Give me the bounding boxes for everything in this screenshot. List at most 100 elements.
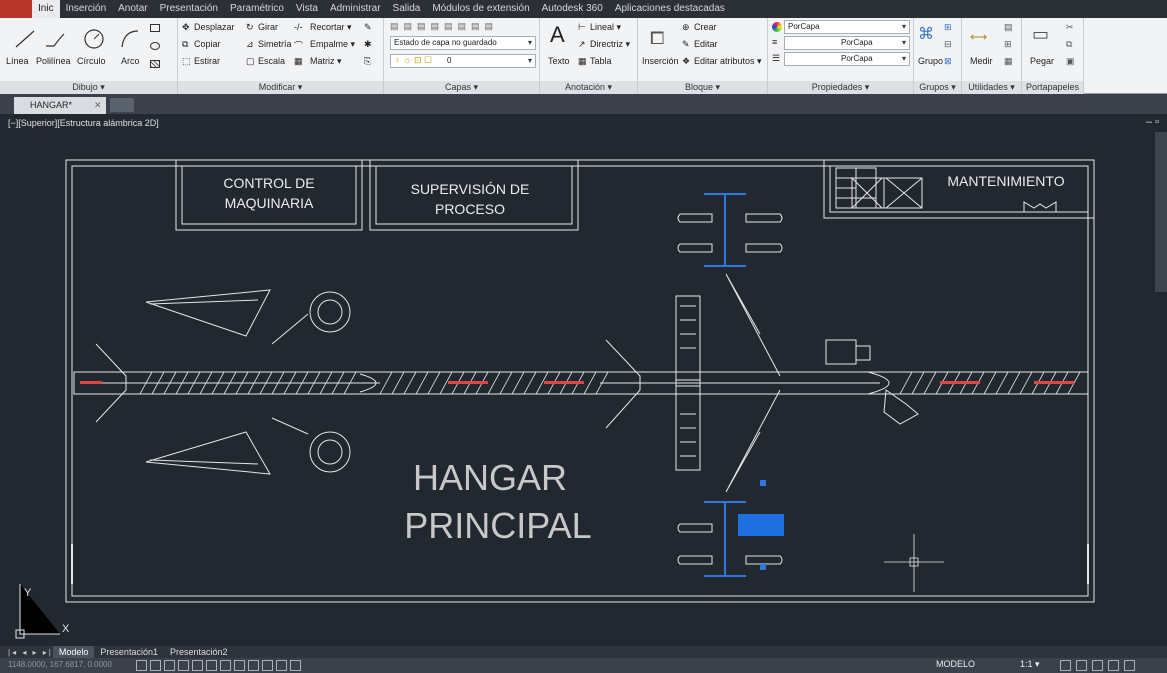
drawing-canvas[interactable]: [−][Superior][Estructura alámbrica 2D] –… <box>0 114 1167 646</box>
layer-tools-icon[interactable]: ▤▤▤▤▤▤▤▤ <box>390 21 498 32</box>
tab-anotar[interactable]: Anotar <box>112 0 153 18</box>
polar-icon[interactable] <box>178 660 189 671</box>
tab-presentacion2[interactable]: Presentación2 <box>164 646 234 658</box>
circle-icon[interactable] <box>82 27 106 51</box>
ellipse-icon[interactable] <box>150 42 160 50</box>
match-properties-icon[interactable]: ▣ <box>1066 56 1075 67</box>
polilinea-label[interactable]: Polilínea <box>36 56 71 66</box>
explode-icon[interactable]: ✱ <box>364 39 372 50</box>
color-combo[interactable]: PorCapa <box>784 20 910 34</box>
editar-button[interactable]: Editar <box>694 39 718 49</box>
line-icon[interactable] <box>14 28 36 50</box>
linea-label[interactable]: Línea <box>6 56 29 66</box>
erase-icon[interactable]: ✎ <box>364 22 372 33</box>
workspace-icon[interactable] <box>1060 660 1071 671</box>
tab-administrar[interactable]: Administrar <box>324 0 387 18</box>
dimension-icon[interactable]: ⊢ <box>578 22 586 33</box>
lineweight-toggle-icon[interactable] <box>248 660 259 671</box>
isolate-icon[interactable] <box>1092 660 1103 671</box>
snap-icon[interactable] <box>136 660 147 671</box>
insert-block-icon[interactable]: ⧠ <box>650 28 664 49</box>
color-wheel-icon[interactable] <box>772 22 782 32</box>
calculator-icon[interactable]: ▦ <box>1004 56 1013 67</box>
navigation-bar[interactable] <box>1155 132 1167 292</box>
simetria-button[interactable]: Simetría <box>258 39 292 49</box>
lineweight-icon[interactable]: ≡ <box>772 37 777 47</box>
tab-insercion[interactable]: Inserción <box>60 0 113 18</box>
panel-dibujo-title[interactable]: Dibujo ▾ <box>0 81 177 94</box>
directriz-button[interactable]: Directriz ▾ <box>590 39 630 50</box>
selection-cycling-icon[interactable] <box>290 660 301 671</box>
group-icon[interactable]: ⌘ <box>918 24 934 44</box>
tab-aplicaciones[interactable]: Aplicaciones destacadas <box>609 0 731 18</box>
panel-modificar-title[interactable]: Modificar ▾ <box>178 81 383 94</box>
offset-icon[interactable]: ⎘ <box>364 56 371 67</box>
transparency-icon[interactable] <box>262 660 273 671</box>
annotation-scale[interactable]: 1:1 ▾ <box>1020 659 1040 670</box>
panel-bloque-title[interactable]: Bloque ▾ <box>638 81 767 94</box>
tab-modelo[interactable]: Modelo <box>52 646 95 658</box>
estirar-button[interactable]: Estirar <box>194 56 220 66</box>
tabla-button[interactable]: Tabla <box>590 56 612 66</box>
arc-icon[interactable] <box>118 27 142 51</box>
panel-anotacion-title[interactable]: Anotación ▾ <box>540 81 637 94</box>
quick-properties-icon[interactable] <box>276 660 287 671</box>
tab-inicio[interactable]: Inic <box>32 0 60 18</box>
copiar-button[interactable]: Copiar <box>194 39 221 49</box>
application-menu-button[interactable] <box>0 0 32 18</box>
matriz-button[interactable]: Matriz ▾ <box>310 56 342 67</box>
girar-button[interactable]: Girar <box>258 22 278 32</box>
cut-icon[interactable]: ✂ <box>1066 22 1074 33</box>
tab-autodesk360[interactable]: Autodesk 360 <box>536 0 609 18</box>
close-icon[interactable]: ✕ <box>94 97 102 114</box>
text-icon[interactable]: A <box>550 22 565 48</box>
escala-button[interactable]: Escala <box>258 56 285 66</box>
tab-presentacion1[interactable]: Presentación1 <box>94 646 164 658</box>
polyline-icon[interactable] <box>44 28 66 50</box>
select-similar-icon[interactable]: ⊞ <box>1004 39 1012 50</box>
rectangle-icon[interactable] <box>150 24 160 32</box>
tab-salida[interactable]: Salida <box>387 0 427 18</box>
model-space-button[interactable]: MODELO <box>936 659 975 669</box>
ungroup-icon[interactable]: ⊞ <box>944 22 952 33</box>
copy-icon[interactable]: ⧉ <box>182 39 188 50</box>
dyn-icon[interactable] <box>234 660 245 671</box>
group-edit-icon[interactable]: ⊟ <box>944 39 952 50</box>
insercion-button[interactable]: Inserción <box>642 56 679 66</box>
layout-nav-arrows[interactable]: |◂ ◂ ▸ ▸| <box>8 648 53 657</box>
empalme-button[interactable]: Empalme ▾ <box>310 39 355 50</box>
fillet-icon[interactable]: ⌒ <box>294 39 303 52</box>
tab-vista[interactable]: Vista <box>290 0 324 18</box>
group-select-icon[interactable]: ⊠ <box>944 56 952 67</box>
grid-icon[interactable] <box>150 660 161 671</box>
quickcalc-icon[interactable]: ▤ <box>1004 22 1013 33</box>
measure-icon[interactable]: ⟷ <box>970 30 987 44</box>
new-tab-button[interactable] <box>110 98 134 112</box>
panel-portapapeles-title[interactable]: Portapapeles <box>1022 81 1083 94</box>
rotate-icon[interactable]: ↻ <box>246 22 254 33</box>
tab-modulos[interactable]: Módulos de extensión <box>426 0 535 18</box>
layer-bulb-icon[interactable]: ♀ ☼ ⊡ ☐ <box>394 55 432 66</box>
table-icon[interactable]: ▦ <box>578 56 587 67</box>
ducs-icon[interactable] <box>220 660 231 671</box>
lock-icon[interactable] <box>1076 660 1087 671</box>
move-icon[interactable]: ✥ <box>182 22 190 33</box>
leader-icon[interactable]: ↗ <box>578 39 586 50</box>
lineweight-combo[interactable]: PorCapa <box>784 36 910 50</box>
tab-parametrico[interactable]: Paramétrico <box>224 0 290 18</box>
layer-state-combo[interactable]: Estado de capa no guardado <box>390 36 536 50</box>
scale-icon[interactable]: ▢ <box>246 56 255 67</box>
clean-screen-icon[interactable] <box>1124 660 1135 671</box>
trim-icon[interactable]: -/- <box>294 22 303 32</box>
hardware-acceleration-icon[interactable] <box>1108 660 1119 671</box>
edit-block-icon[interactable]: ✎ <box>682 39 690 50</box>
array-icon[interactable]: ▦ <box>294 56 303 67</box>
panel-propiedades-title[interactable]: Propiedades ▾ <box>768 81 913 94</box>
panel-utilidades-title[interactable]: Utilidades ▾ <box>962 81 1021 94</box>
copy-clip-icon[interactable]: ⧉ <box>1066 39 1072 50</box>
medir-button[interactable]: Medir <box>970 56 993 66</box>
edit-attributes-icon[interactable]: ❖ <box>682 56 690 67</box>
ortho-icon[interactable] <box>164 660 175 671</box>
mirror-icon[interactable]: ⊿ <box>246 39 254 50</box>
circulo-label[interactable]: Círculo <box>77 56 106 66</box>
